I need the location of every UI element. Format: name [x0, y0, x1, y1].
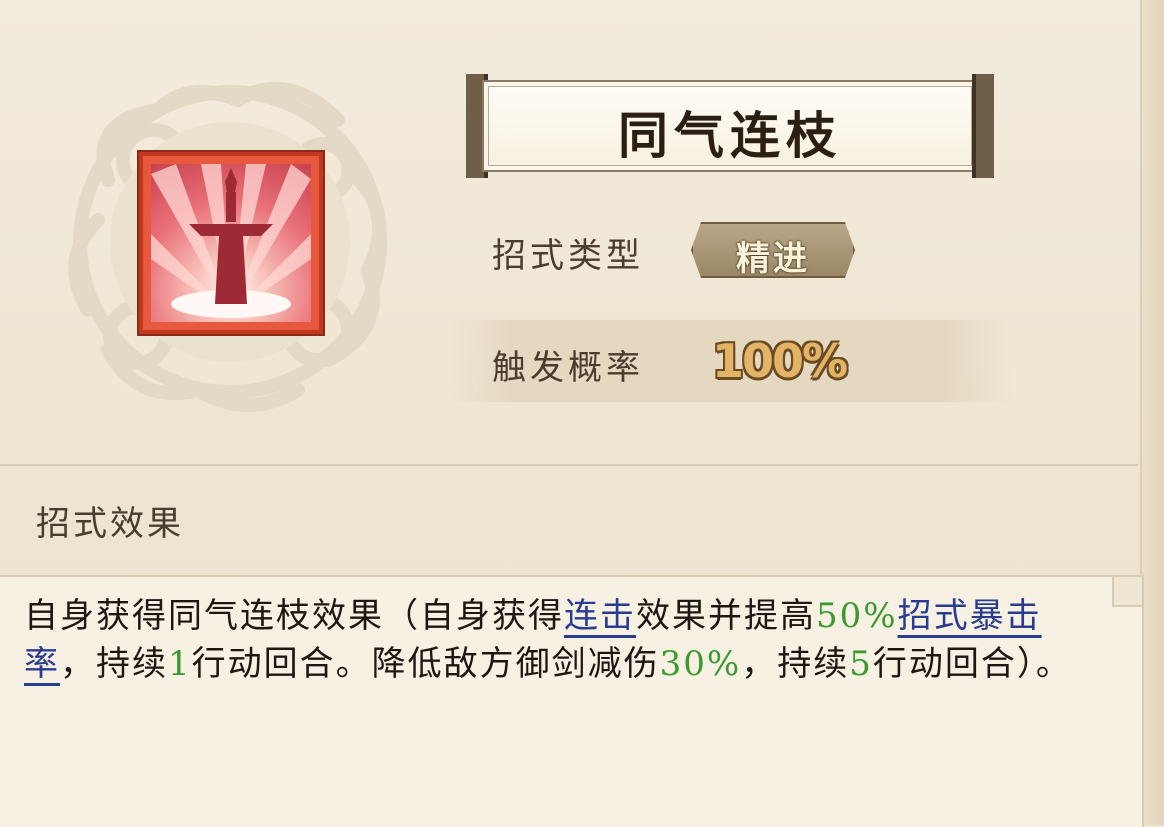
effect-text-segment: 自身获得同气连枝效果（自身获得 — [24, 596, 564, 636]
effect-text-segment: 行动回合）。 — [872, 644, 1072, 684]
box-corner — [1112, 577, 1142, 607]
effect-text-segment: 行动回合。降低敌方御剑减伤 — [191, 644, 660, 684]
skill-icon-art — [151, 164, 311, 322]
keyword-link[interactable]: 连击 — [564, 596, 636, 636]
effect-text-segment: ，持续 — [60, 644, 168, 684]
trigger-rate-value: 100% — [712, 334, 848, 388]
skill-type-label: 招式类型 — [492, 236, 644, 276]
sword-icon — [151, 164, 311, 318]
effect-description: 自身获得同气连枝效果（自身获得连击效果并提高50%招式暴击率，持续1行动回合。降… — [24, 592, 1084, 688]
effect-text-segment: ，持续 — [741, 644, 850, 684]
effect-number: 1 — [168, 644, 192, 684]
effect-number: 5 — [849, 644, 873, 684]
section-divider — [0, 464, 1138, 466]
skill-icon[interactable] — [139, 152, 323, 334]
effect-number: 30% — [659, 644, 742, 684]
effect-text-segment: 效果并提高 — [636, 596, 816, 636]
effect-section-label: 招式效果 — [36, 504, 184, 544]
skill-type-value: 精进 — [736, 239, 810, 279]
skill-title-frame: 同气连枝 — [466, 74, 994, 178]
skill-name: 同气连枝 — [618, 106, 842, 165]
effect-number: 50% — [816, 596, 898, 636]
skill-type-badge: 精进 — [691, 222, 855, 278]
trigger-rate-label: 触发概率 — [492, 348, 644, 388]
